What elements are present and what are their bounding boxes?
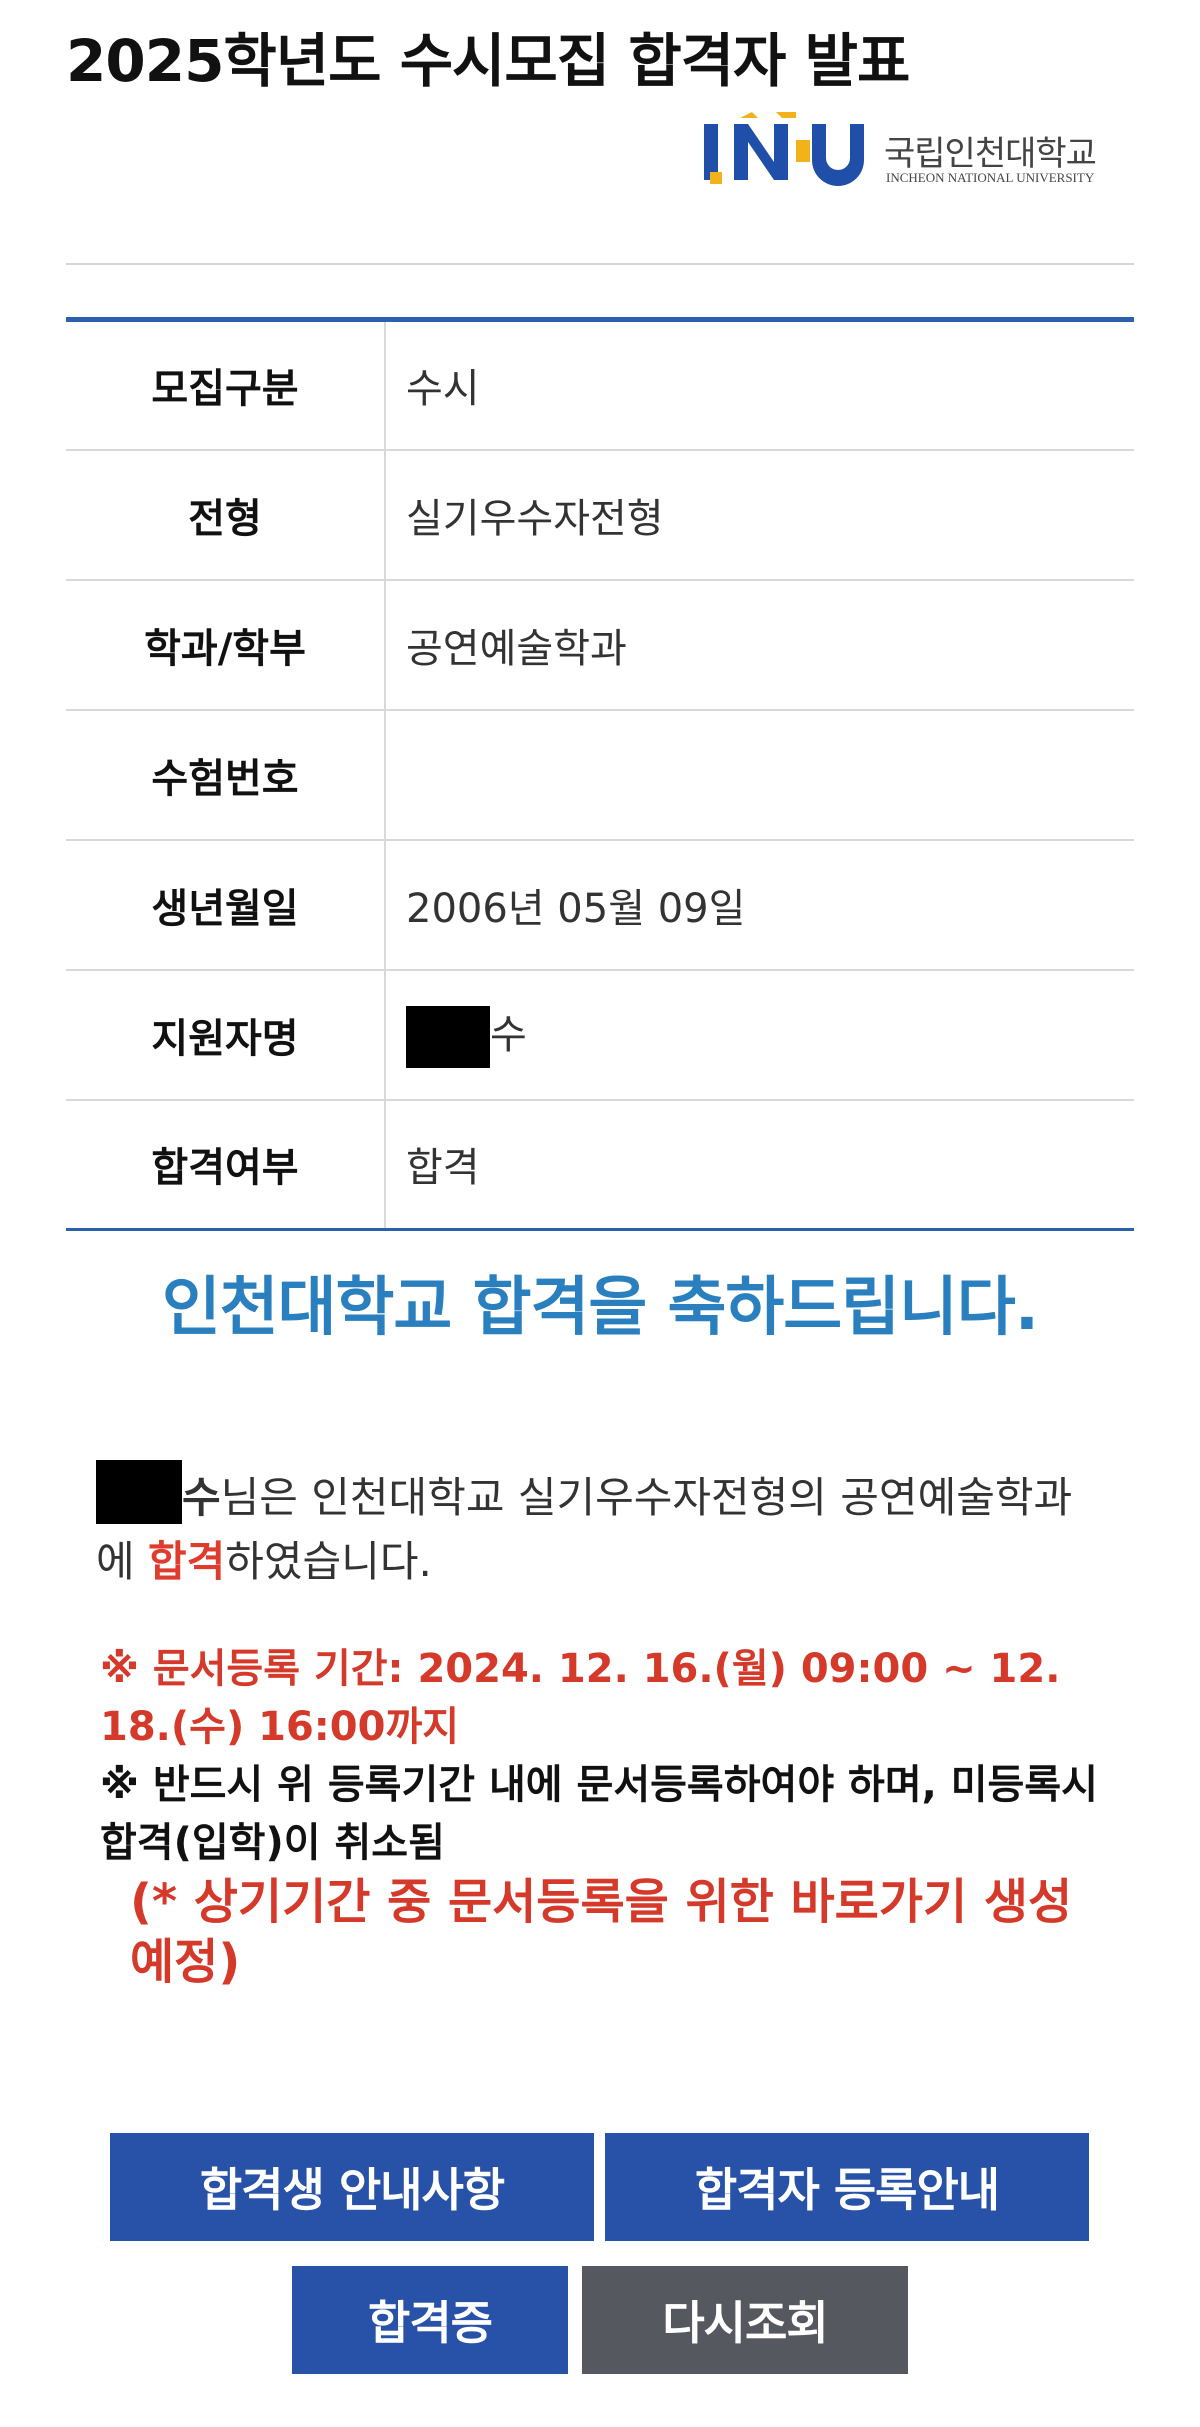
row-label: 모집구분 [66,319,386,450]
row-label: 학과/학부 [66,579,386,710]
university-logo: 국립인천대학교 INCHEON NATIONAL UNIVERSITY [700,112,1140,192]
redaction-block [406,1005,490,1068]
table-row: 전형 실기우수자전형 [66,449,1134,580]
row-value: 공연예술학과 [406,625,627,672]
registration-period-notice: ※ 문서등록 기간: 2024. 12. 16.(월) 09:00 ~ 12. … [100,1646,1061,1750]
admission-guide-button[interactable]: 합격생 안내사항 [110,2133,594,2241]
page-title: 2025학년도 수시모집 합격자 발표 [66,27,910,95]
notice-block: ※ 문서등록 기간: 2024. 12. 16.(월) 09:00 ~ 12. … [100,1640,1110,1992]
row-value: 합격 [406,1145,480,1192]
result-message: 수님은 인천대학교 실기우수자전형의 공연예술학과에 합격하였습니다. [96,1460,1106,1594]
inu-logo-icon [704,112,864,186]
row-label: 생년월일 [66,839,386,970]
row-label: 합격여부 [66,1099,386,1230]
table-row: 생년월일 2006년 05월 09일 [66,839,1134,970]
applicant-name-visible: 수 [490,1011,527,1058]
table-row: 합격여부 합격 [66,1099,1134,1230]
row-value: 수 [385,970,1134,1100]
row-value: 2006년 05월 09일 [406,885,746,932]
registration-warning-notice: ※ 반드시 위 등록기간 내에 문서등록하여야 하며, 미등록시 합격(입학)이… [100,1762,1098,1866]
applicant-info-table: 모집구분 수시 전형 실기우수자전형 학과/학부 공연예술학과 수험번호 생년월… [66,317,1134,1231]
table-row: 모집구분 수시 [66,319,1134,450]
registration-guide-button[interactable]: 합격자 등록안내 [605,2133,1089,2241]
row-value: 실기우수자전형 [406,495,664,542]
admission-certificate-button[interactable]: 합격증 [292,2266,568,2374]
university-name-english: INCHEON NATIONAL UNIVERSITY [886,170,1095,185]
row-label: 전형 [66,449,386,580]
applicant-name-visible: 수 [182,1473,221,1522]
row-value: 수시 [406,366,480,413]
row-label: 지원자명 [66,969,386,1100]
redaction-block [96,1460,182,1524]
divider [66,263,1134,265]
search-again-button[interactable]: 다시조회 [582,2266,908,2374]
table-row: 지원자명 수 [66,969,1134,1100]
row-label: 수험번호 [66,709,386,840]
pass-highlight: 합격 [148,1537,226,1586]
university-name: 국립인천대학교 [884,134,1097,174]
table-row: 학과/학부 공연예술학과 [66,579,1134,710]
shortcut-notice: (* 상기기간 중 문서등록을 위한 바로가기 생성 예정) [130,1874,1073,1990]
congratulations-heading: 인천대학교 합격을 축하드립니다. [161,1271,1039,1345]
result-text-end: 하였습니다. [225,1537,432,1586]
table-row: 수험번호 [66,709,1134,840]
row-value [385,710,1134,840]
